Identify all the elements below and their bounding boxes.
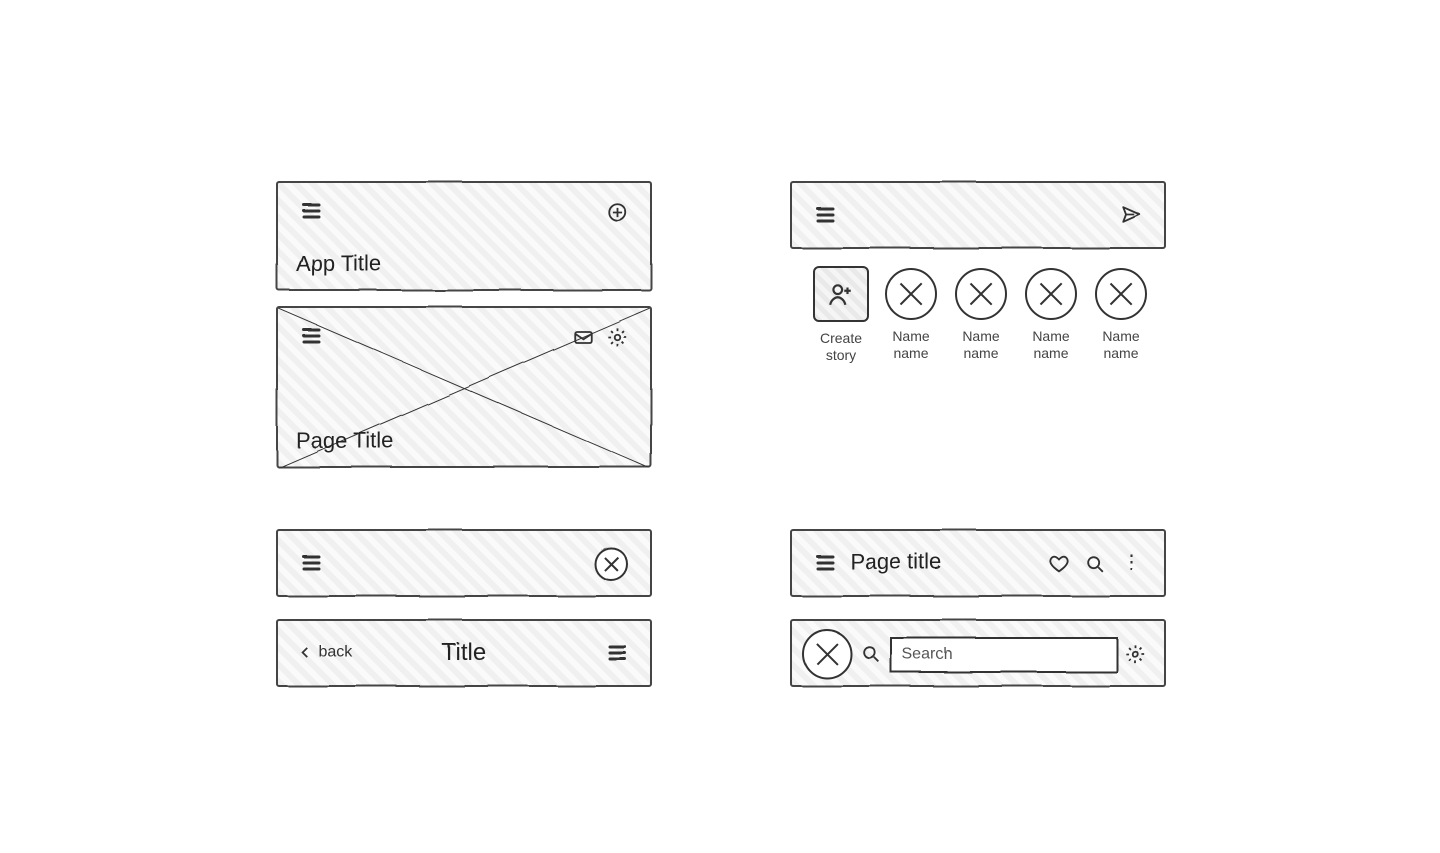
gear-icon[interactable] bbox=[1124, 643, 1146, 665]
heart-icon[interactable] bbox=[1048, 553, 1070, 575]
avatar-placeholder-icon bbox=[955, 268, 1007, 320]
avatar-placeholder-icon bbox=[1025, 268, 1077, 320]
hamburger-icon[interactable] bbox=[814, 205, 836, 227]
appbar-hamburger-avatar bbox=[276, 529, 652, 597]
plus-icon[interactable] bbox=[606, 201, 628, 223]
hamburger-icon[interactable] bbox=[300, 553, 322, 575]
hamburger-icon[interactable] bbox=[300, 326, 322, 348]
search-icon[interactable] bbox=[860, 643, 882, 665]
app-title-text: App Title bbox=[296, 251, 382, 277]
mail-icon[interactable] bbox=[572, 326, 594, 348]
center-title-text: Title bbox=[442, 639, 486, 667]
appbar-page-title-image: Page Title bbox=[276, 306, 652, 468]
search-icon[interactable] bbox=[1084, 553, 1106, 575]
page-title-text: Page title bbox=[850, 549, 942, 575]
page-title-text: Page Title bbox=[296, 428, 394, 454]
appbar-app-title: App Title bbox=[276, 181, 652, 291]
avatar-placeholder-icon bbox=[885, 268, 937, 320]
hamburger-icon[interactable] bbox=[606, 643, 628, 665]
send-icon[interactable] bbox=[1120, 203, 1142, 225]
kebab-icon[interactable] bbox=[1120, 551, 1142, 573]
appbar-search: Search bbox=[790, 619, 1166, 687]
search-input[interactable]: Search bbox=[890, 637, 1118, 673]
story-label: Name name bbox=[877, 328, 945, 362]
appbar-back-title: back Title bbox=[276, 619, 652, 687]
story-item[interactable]: Name name bbox=[1017, 268, 1085, 362]
create-story-button[interactable]: Create story bbox=[807, 268, 875, 364]
appbar-send bbox=[790, 181, 1166, 249]
story-label: Name name bbox=[1017, 328, 1085, 362]
avatar-placeholder-icon[interactable] bbox=[802, 629, 852, 679]
hamburger-icon[interactable] bbox=[300, 201, 322, 223]
story-label: Name name bbox=[947, 328, 1015, 362]
avatar-placeholder-icon bbox=[1095, 268, 1147, 320]
story-label: Name name bbox=[1087, 328, 1155, 362]
story-item[interactable]: Name name bbox=[877, 268, 945, 362]
gear-icon[interactable] bbox=[606, 326, 628, 348]
story-item[interactable]: Name name bbox=[947, 268, 1015, 362]
avatar-placeholder-icon[interactable] bbox=[594, 547, 628, 581]
back-label: back bbox=[318, 643, 352, 661]
create-story-label: Create story bbox=[807, 330, 875, 364]
appbar-page-actions: Page title bbox=[790, 529, 1166, 597]
back-button[interactable]: back bbox=[298, 643, 352, 661]
hamburger-icon[interactable] bbox=[814, 553, 836, 575]
story-item[interactable]: Name name bbox=[1087, 268, 1155, 362]
search-placeholder: Search bbox=[902, 646, 953, 664]
